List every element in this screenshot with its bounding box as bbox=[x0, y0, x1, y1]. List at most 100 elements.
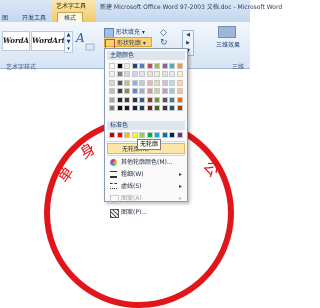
theme-color-swatch[interactable] bbox=[131, 71, 138, 77]
theme-color-swatch[interactable] bbox=[161, 96, 168, 103]
theme-color-swatch[interactable] bbox=[161, 79, 168, 86]
standard-color-swatch[interactable] bbox=[131, 132, 138, 138]
theme-color-swatch[interactable] bbox=[109, 79, 115, 86]
standard-color-swatch[interactable] bbox=[139, 132, 145, 138]
theme-colors-header: 主题颜色 bbox=[107, 51, 185, 60]
theme-color-swatch[interactable] bbox=[169, 96, 175, 103]
menu-separator bbox=[107, 155, 185, 156]
theme-color-swatch[interactable] bbox=[131, 96, 138, 103]
theme-color-swatch[interactable] bbox=[169, 105, 175, 111]
standard-color-swatch[interactable] bbox=[116, 132, 123, 138]
theme-color-swatch[interactable] bbox=[154, 63, 160, 69]
tab-developer[interactable]: 开发工具 bbox=[22, 13, 46, 22]
pen-outline-icon bbox=[105, 38, 115, 49]
submenu-arrow-icon: ▸ bbox=[178, 195, 182, 202]
standard-color-swatch[interactable] bbox=[124, 132, 130, 138]
theme-color-swatch[interactable] bbox=[139, 79, 145, 86]
theme-color-swatch[interactable] bbox=[169, 79, 175, 86]
menu-item-more-colors[interactable]: 其他轮廓颜色(M)... bbox=[107, 157, 185, 168]
shape-outline-button[interactable]: 形状轮廓 ▾ bbox=[104, 37, 152, 49]
pattern-lines-icon bbox=[110, 209, 119, 218]
theme-color-swatch[interactable] bbox=[154, 71, 160, 77]
theme-color-swatch[interactable] bbox=[161, 71, 168, 77]
theme-color-swatch[interactable] bbox=[139, 88, 145, 94]
theme-color-swatch[interactable] bbox=[154, 105, 160, 111]
theme-color-swatch[interactable] bbox=[124, 88, 130, 94]
theme-color-swatch[interactable] bbox=[176, 79, 183, 86]
pattern-icon bbox=[110, 195, 119, 204]
theme-color-swatch[interactable] bbox=[116, 88, 123, 94]
theme-color-swatch[interactable] bbox=[109, 88, 115, 94]
wordart-style-2[interactable]: WordArt bbox=[31, 31, 65, 51]
shape-effects-icons[interactable]: ◇ ↻ bbox=[160, 28, 168, 48]
theme-color-swatch[interactable] bbox=[109, 63, 115, 69]
standard-color-swatch[interactable] bbox=[109, 132, 115, 138]
theme-color-swatch[interactable] bbox=[176, 96, 183, 103]
theme-color-swatch[interactable] bbox=[109, 71, 115, 77]
theme-color-swatch[interactable] bbox=[146, 71, 153, 77]
theme-color-swatch[interactable] bbox=[139, 105, 145, 111]
standard-color-swatch[interactable] bbox=[169, 132, 175, 138]
theme-color-swatch[interactable] bbox=[131, 79, 138, 86]
fill-bucket-icon bbox=[104, 27, 114, 38]
window-title: 新建 Microsoft Office Word 97-2003 文档.doc … bbox=[100, 4, 283, 11]
wordart-shape-icon: A bbox=[75, 31, 95, 51]
theme-color-swatch[interactable] bbox=[131, 88, 138, 94]
theme-color-swatch[interactable] bbox=[116, 79, 123, 86]
theme-color-swatch[interactable] bbox=[124, 79, 130, 86]
theme-color-swatch[interactable] bbox=[154, 96, 160, 103]
menu-item-dashes[interactable]: 虚线(S) ▸ bbox=[107, 181, 185, 192]
shape-outline-label: 形状轮廓 bbox=[116, 40, 141, 47]
theme-color-swatch[interactable] bbox=[131, 63, 138, 69]
theme-color-swatch[interactable] bbox=[131, 105, 138, 111]
theme-color-swatch[interactable] bbox=[139, 63, 145, 69]
tab-picture[interactable]: 图 bbox=[2, 13, 8, 22]
theme-color-swatch[interactable] bbox=[146, 63, 153, 69]
theme-color-swatch[interactable] bbox=[116, 63, 123, 69]
theme-color-swatch[interactable] bbox=[139, 71, 145, 77]
context-group-label: 艺术字工具 bbox=[56, 3, 87, 10]
theme-color-swatch[interactable] bbox=[124, 71, 130, 77]
menu-item-pattern-lines[interactable]: 图案(P)... bbox=[107, 207, 185, 218]
theme-color-swatch[interactable] bbox=[154, 88, 160, 94]
theme-color-swatch[interactable] bbox=[176, 88, 183, 94]
line-weight-icon bbox=[110, 171, 117, 178]
theme-color-swatch[interactable] bbox=[146, 96, 153, 103]
theme-color-swatch[interactable] bbox=[124, 105, 130, 111]
theme-color-swatch[interactable] bbox=[124, 63, 130, 69]
theme-color-swatch[interactable] bbox=[116, 71, 123, 77]
wordart-gallery-scroll[interactable]: ▲ ▼ ▾ bbox=[64, 31, 73, 53]
shape-fill-button[interactable]: 形状填充 ▾ bbox=[104, 27, 148, 38]
submenu-arrow-icon: ▸ bbox=[178, 171, 182, 178]
theme-color-swatch[interactable] bbox=[109, 96, 115, 103]
theme-color-swatch[interactable] bbox=[161, 105, 168, 111]
svg-text:A: A bbox=[75, 31, 85, 45]
theme-color-swatch[interactable] bbox=[161, 88, 168, 94]
standard-color-swatch[interactable] bbox=[176, 132, 183, 138]
theme-color-swatch[interactable] bbox=[109, 105, 115, 111]
theme-color-swatch[interactable] bbox=[169, 88, 175, 94]
theme-color-swatch[interactable] bbox=[116, 105, 123, 111]
theme-color-swatch[interactable] bbox=[116, 96, 123, 103]
theme-color-swatch[interactable] bbox=[124, 96, 130, 103]
theme-color-swatch[interactable] bbox=[146, 79, 153, 86]
theme-color-swatch[interactable] bbox=[139, 96, 145, 103]
threed-effects-button[interactable]: 三维效果 bbox=[212, 33, 244, 55]
standard-color-swatch[interactable] bbox=[161, 132, 168, 138]
menu-item-weight[interactable]: 粗细(W) ▸ bbox=[107, 169, 185, 180]
theme-color-swatch[interactable] bbox=[146, 105, 153, 111]
theme-color-swatch[interactable] bbox=[161, 63, 168, 69]
theme-color-swatch[interactable] bbox=[176, 105, 183, 111]
wordart-style-1[interactable]: WordArt bbox=[2, 31, 30, 51]
theme-color-swatch[interactable] bbox=[146, 88, 153, 94]
theme-color-swatch[interactable] bbox=[169, 71, 175, 77]
standard-color-swatch[interactable] bbox=[146, 132, 153, 138]
change-shape-button[interactable]: A bbox=[74, 28, 96, 54]
menu-item-pattern[interactable]: 图案(A) ▸ bbox=[107, 193, 185, 204]
threed-group-label: 三维 bbox=[232, 64, 245, 71]
theme-color-swatch[interactable] bbox=[176, 71, 183, 77]
theme-color-swatch[interactable] bbox=[176, 63, 183, 69]
theme-color-swatch[interactable] bbox=[154, 79, 160, 86]
standard-color-swatch[interactable] bbox=[154, 132, 160, 138]
theme-color-swatch[interactable] bbox=[169, 63, 175, 69]
